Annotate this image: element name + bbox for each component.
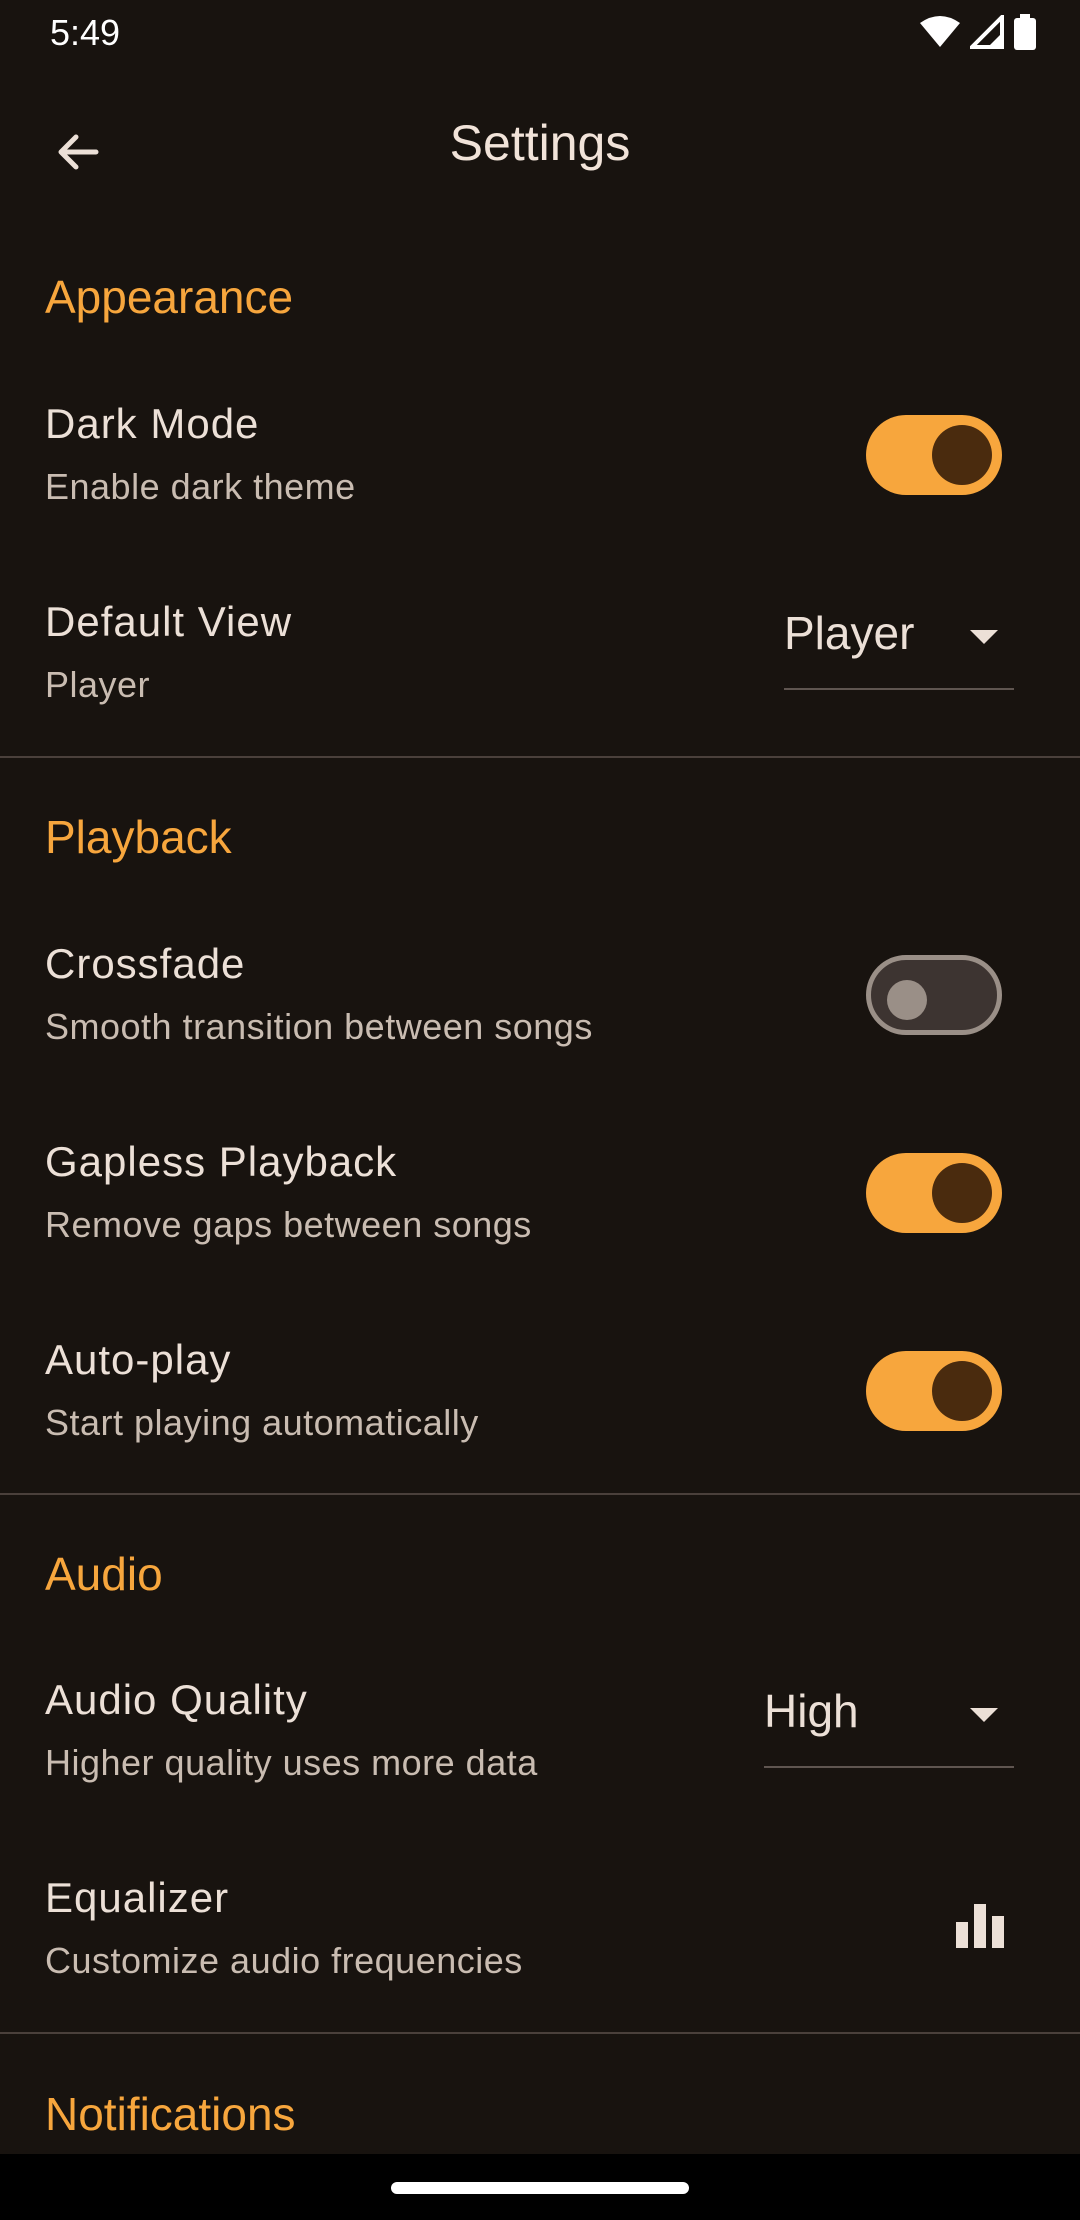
setting-title: Crossfade: [45, 940, 246, 987]
audio-quality-dropdown[interactable]: High: [764, 1676, 1014, 1768]
status-bar: 5:49: [0, 0, 1080, 66]
divider: [0, 756, 1080, 758]
app-bar: Settings: [0, 66, 1080, 222]
setting-title: Equalizer: [45, 1874, 230, 1921]
dropdown-arrow-icon: [970, 630, 998, 644]
setting-title: Dark Mode: [45, 400, 260, 447]
crossfade-toggle[interactable]: [866, 955, 1002, 1035]
home-gesture-handle[interactable]: [391, 2182, 689, 2194]
setting-title: Audio Quality: [45, 1676, 308, 1723]
setting-subtitle: Start playing automatically: [45, 1402, 479, 1443]
setting-subtitle: Player: [45, 664, 151, 705]
toggle-knob: [887, 980, 927, 1020]
setting-title: Auto-play: [45, 1336, 232, 1383]
dropdown-value: High: [764, 1685, 859, 1737]
toggle-knob: [932, 1361, 992, 1421]
section-header-notifications: Notifications: [45, 2088, 296, 2140]
setting-dark-mode[interactable]: Dark Mode Enable dark theme: [0, 400, 1080, 580]
setting-subtitle: Remove gaps between songs: [45, 1204, 532, 1245]
section-header-audio: Audio: [45, 1548, 163, 1600]
setting-equalizer[interactable]: Equalizer Customize audio frequencies: [0, 1874, 1080, 2054]
setting-crossfade[interactable]: Crossfade Smooth transition between song…: [0, 940, 1080, 1120]
setting-audio-quality: Audio Quality Higher quality uses more d…: [0, 1676, 1080, 1856]
setting-subtitle: Higher quality uses more data: [45, 1742, 538, 1783]
setting-subtitle: Customize audio frequencies: [45, 1940, 523, 1981]
default-view-dropdown[interactable]: Player: [784, 598, 1014, 690]
signal-icon: [970, 15, 1004, 49]
dropdown-arrow-icon: [970, 1708, 998, 1722]
setting-subtitle: Enable dark theme: [45, 466, 356, 507]
setting-default-view: Default View Player Player: [0, 598, 1080, 778]
dropdown-value: Player: [784, 607, 915, 659]
setting-title: Default View: [45, 598, 293, 645]
section-header-appearance: Appearance: [45, 271, 294, 323]
wifi-icon: [920, 16, 960, 47]
auto-play-toggle[interactable]: [866, 1351, 1002, 1431]
status-icons: [920, 14, 1036, 50]
setting-gapless-playback[interactable]: Gapless Playback Remove gaps between son…: [0, 1138, 1080, 1318]
setting-title: Gapless Playback: [45, 1138, 398, 1185]
divider: [0, 1493, 1080, 1495]
divider: [0, 2032, 1080, 2034]
toggle-knob: [932, 1163, 992, 1223]
equalizer-icon[interactable]: [956, 1904, 1004, 1948]
navigation-bar: [0, 2154, 1080, 2220]
status-time: 5:49: [50, 12, 121, 53]
toggle-knob: [932, 425, 992, 485]
setting-auto-play[interactable]: Auto-play Start playing automatically: [0, 1336, 1080, 1516]
setting-subtitle: Smooth transition between songs: [45, 1006, 593, 1047]
battery-icon: [1014, 14, 1036, 50]
gapless-playback-toggle[interactable]: [866, 1153, 1002, 1233]
section-header-playback: Playback: [45, 811, 232, 863]
page-title: Settings: [449, 115, 631, 171]
dark-mode-toggle[interactable]: [866, 415, 1002, 495]
